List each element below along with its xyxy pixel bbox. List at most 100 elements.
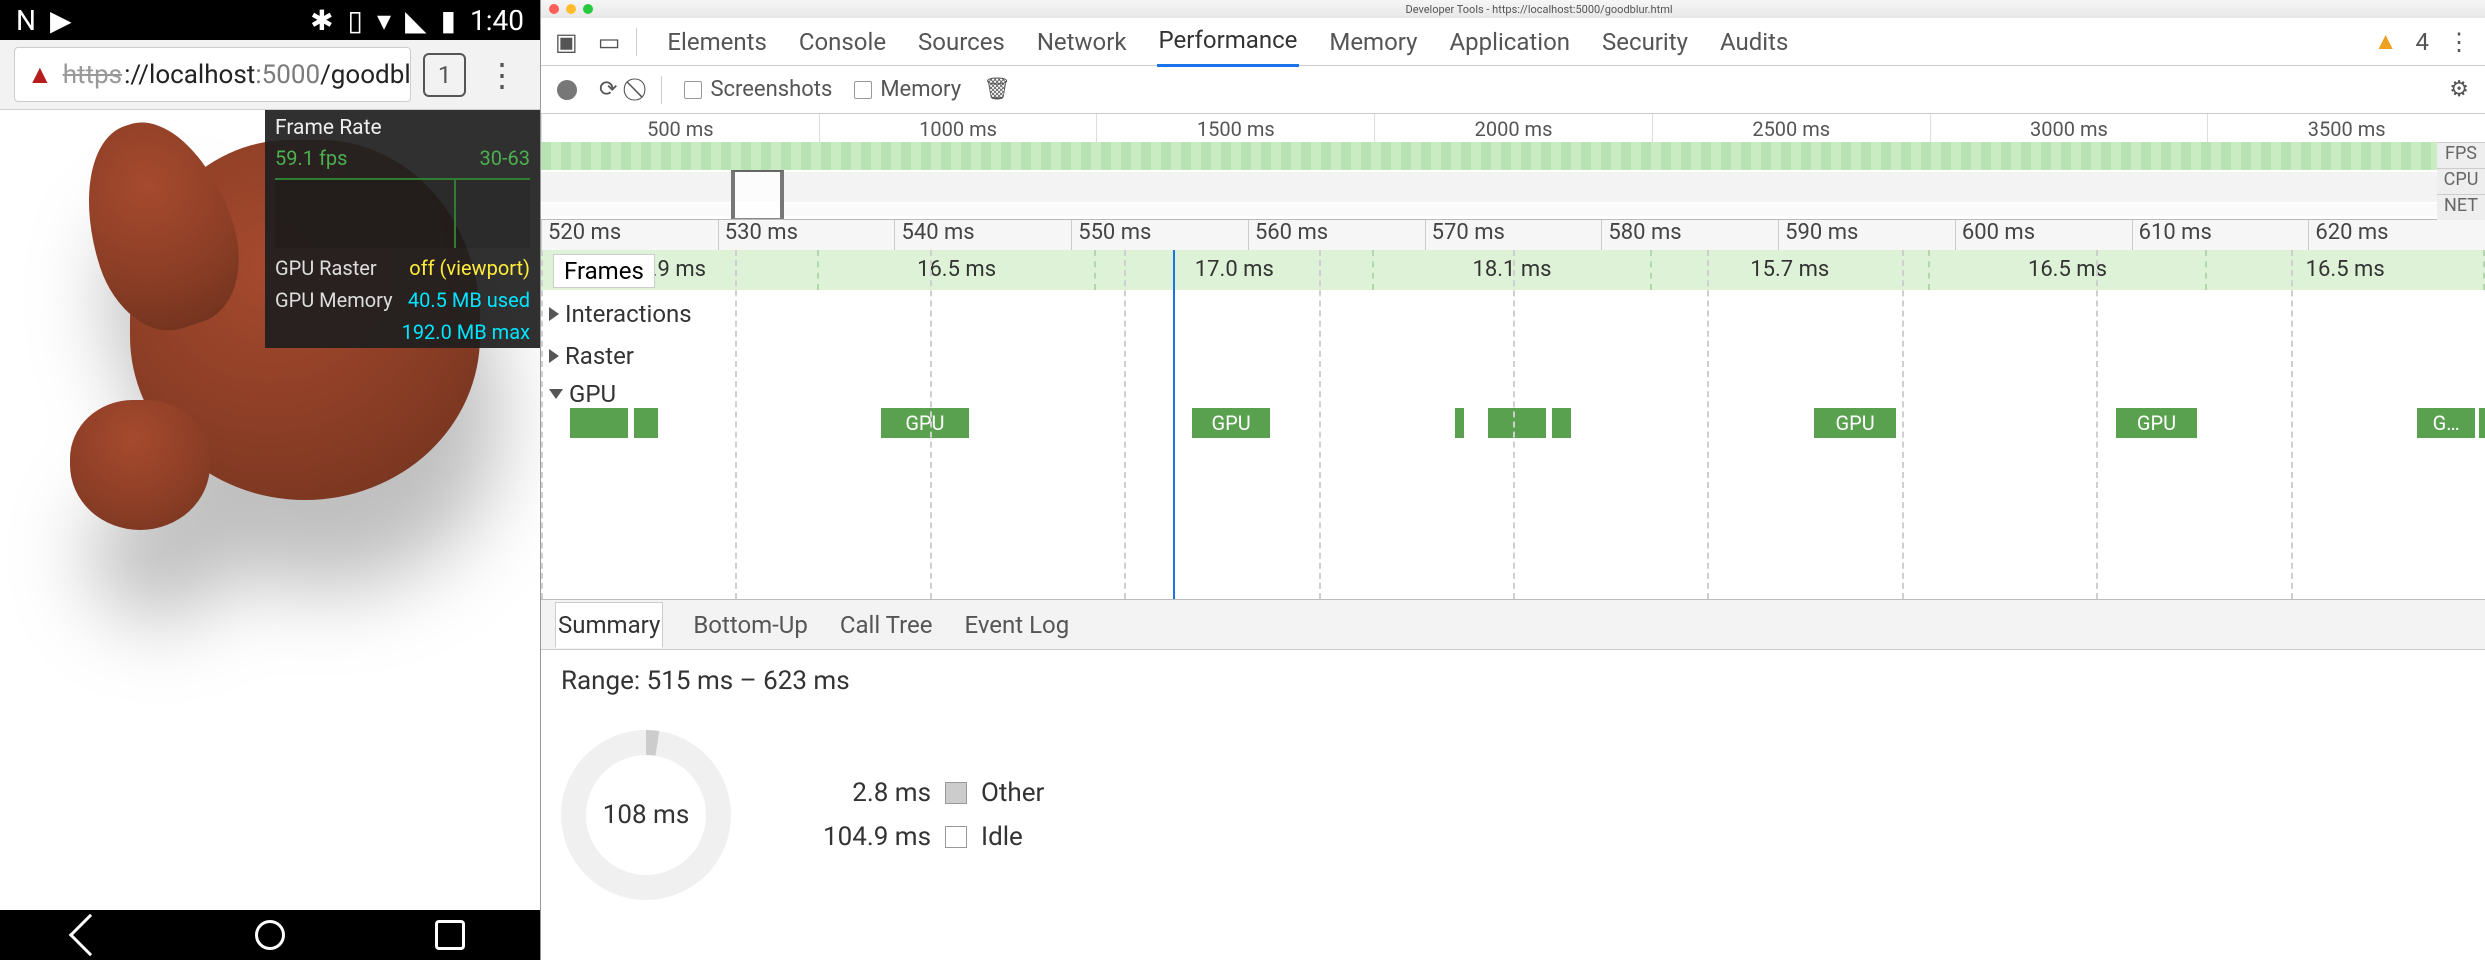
inspect-icon[interactable]: ▣ xyxy=(555,28,578,56)
lane-label-fps: FPS xyxy=(2437,142,2485,168)
stab-summary[interactable]: Summary xyxy=(555,602,663,648)
frame-cell[interactable]: 16.5 ms xyxy=(1930,250,2208,290)
lane-label-cpu: CPU xyxy=(2437,168,2485,194)
battery-icon: ▮ xyxy=(441,4,456,37)
devtools-tabbar: ▣ ▭ Elements Console Sources Network Per… xyxy=(541,18,2485,66)
playhead[interactable] xyxy=(1173,250,1175,599)
window-close-icon[interactable] xyxy=(549,4,559,14)
overview-selection[interactable] xyxy=(731,170,784,219)
overlay-gpu-memory-title: GPU Memory xyxy=(275,288,393,312)
url-hostname: localhost xyxy=(149,60,255,90)
tab-count-button[interactable]: 1 xyxy=(423,53,466,97)
url-bar[interactable]: ▲ https://localhost:5000/goodbl xyxy=(14,47,411,102)
legend-swatch xyxy=(945,782,967,804)
overview-tick: 2000 ms xyxy=(1374,114,1652,142)
summary-donut: 108 ms xyxy=(561,730,731,900)
tab-sources[interactable]: Sources xyxy=(916,18,1007,66)
overlay-gpu-raster-title: GPU Raster xyxy=(275,256,377,280)
app-icon-n: N xyxy=(16,4,36,37)
device-toggle-icon[interactable]: ▭ xyxy=(598,28,621,56)
grid-line xyxy=(735,250,737,599)
flame-ruler-tick: 530 ms xyxy=(718,220,895,250)
gpu-block[interactable]: GPU xyxy=(1814,408,1896,438)
legend-label: Idle xyxy=(981,822,1023,852)
overview-net-lane xyxy=(541,204,2437,216)
raster-track[interactable]: Raster xyxy=(549,342,634,370)
frame-cell[interactable]: 15.7 ms xyxy=(1652,250,1930,290)
perf-overlay: Frame Rate 59.1 fps 30-63 GPU Raster off… xyxy=(265,110,540,348)
stab-bottom-up[interactable]: Bottom-Up xyxy=(691,603,810,647)
devtools-menu-button[interactable]: ⋮ xyxy=(2447,28,2471,56)
interactions-track[interactable]: Interactions xyxy=(549,300,692,328)
grid-line xyxy=(1707,250,1709,599)
warning-icon[interactable]: ▲ xyxy=(2374,27,2398,56)
tab-network[interactable]: Network xyxy=(1035,18,1129,66)
overlay-gpu-mem-max: 192.0 MB max xyxy=(402,320,530,344)
window-minimize-icon[interactable] xyxy=(566,4,576,14)
tab-elements[interactable]: Elements xyxy=(665,18,768,66)
gpu-block[interactable]: GPU xyxy=(2116,408,2198,438)
flame-chart[interactable]: 520 ms530 ms540 ms550 ms560 ms570 ms580 … xyxy=(541,220,2485,600)
tab-performance[interactable]: Performance xyxy=(1157,16,1300,67)
wifi-icon: ▾ xyxy=(377,4,391,37)
flame-ruler-tick: 590 ms xyxy=(1778,220,1955,250)
browser-toolbar: ▲ https://localhost:5000/goodbl 1 ⋮ xyxy=(0,40,540,110)
overview-timeline[interactable]: 500 ms1000 ms1500 ms2000 ms2500 ms3000 m… xyxy=(541,114,2485,220)
flame-ruler-tick: 520 ms xyxy=(541,220,718,250)
overview-tick: 2500 ms xyxy=(1652,114,1930,142)
frame-cell[interactable]: 17.0 ms xyxy=(1096,250,1374,290)
trash-button[interactable]: 🗑 xyxy=(983,77,1011,102)
record-button[interactable] xyxy=(557,80,577,100)
stab-event-log[interactable]: Event Log xyxy=(962,603,1071,647)
tab-count-value: 1 xyxy=(438,61,452,89)
gpu-block[interactable] xyxy=(634,408,657,438)
flame-ruler-tick: 620 ms xyxy=(2308,220,2485,250)
gpu-block[interactable]: G… xyxy=(2417,408,2475,438)
legend-time: 2.8 ms xyxy=(811,778,931,808)
stab-call-tree[interactable]: Call Tree xyxy=(838,603,935,647)
flame-ruler-tick: 570 ms xyxy=(1425,220,1602,250)
tab-audits[interactable]: Audits xyxy=(1718,18,1790,66)
page-viewport[interactable]: Frame Rate 59.1 fps 30-63 GPU Raster off… xyxy=(0,110,540,910)
gpu-block[interactable]: GPU xyxy=(1192,408,1270,438)
legend-row: 2.8 msOther xyxy=(811,778,1044,808)
tab-application[interactable]: Application xyxy=(1448,18,1573,66)
overview-tick: 1000 ms xyxy=(819,114,1097,142)
interactions-label: Interactions xyxy=(565,300,692,328)
gpu-block[interactable] xyxy=(1455,408,1465,438)
frame-cell[interactable]: 16.5 ms xyxy=(819,250,1097,290)
browser-menu-button[interactable]: ⋮ xyxy=(478,56,526,94)
screenshots-checkbox[interactable]: Screenshots xyxy=(684,77,832,102)
tab-memory[interactable]: Memory xyxy=(1327,18,1419,66)
grid-line xyxy=(1124,250,1126,599)
gpu-block[interactable] xyxy=(570,408,628,438)
gpu-track[interactable]: GPU xyxy=(549,380,616,408)
grid-line xyxy=(1513,250,1515,599)
grid-line xyxy=(2291,250,2293,599)
mac-titlebar: Developer Tools - https://localhost:5000… xyxy=(541,0,2485,18)
nav-back-button[interactable] xyxy=(69,914,111,956)
flame-ruler-tick: 580 ms xyxy=(1601,220,1778,250)
warning-count: 4 xyxy=(2416,28,2430,56)
legend-row: 104.9 ms Idle xyxy=(811,822,1044,852)
gpu-block[interactable] xyxy=(1488,408,1546,438)
bluetooth-icon: ✱ xyxy=(310,4,333,37)
gpu-block[interactable]: GPU xyxy=(881,408,968,438)
tab-security[interactable]: Security xyxy=(1600,18,1690,66)
frame-cell[interactable]: 16.5 ms xyxy=(2207,250,2485,290)
overlay-gpu-raster-value: off (viewport) xyxy=(409,256,530,280)
nav-home-button[interactable] xyxy=(255,920,285,950)
gpu-block[interactable] xyxy=(1552,408,1571,438)
settings-gear-icon[interactable]: ⚙ xyxy=(2449,77,2469,102)
status-time: 1:40 xyxy=(470,4,524,37)
window-zoom-icon[interactable] xyxy=(583,4,593,14)
grid-line xyxy=(541,250,543,599)
tab-console[interactable]: Console xyxy=(797,18,888,66)
legend-time: 104.9 ms xyxy=(811,822,931,852)
memory-checkbox[interactable]: Memory xyxy=(854,77,961,102)
flame-ruler-tick: 550 ms xyxy=(1071,220,1248,250)
window-title: Developer Tools - https://localhost:5000… xyxy=(601,3,2477,16)
grid-line xyxy=(2096,250,2098,599)
reload-record-button[interactable]: ⟳ xyxy=(599,77,617,102)
nav-recent-button[interactable] xyxy=(435,920,465,950)
